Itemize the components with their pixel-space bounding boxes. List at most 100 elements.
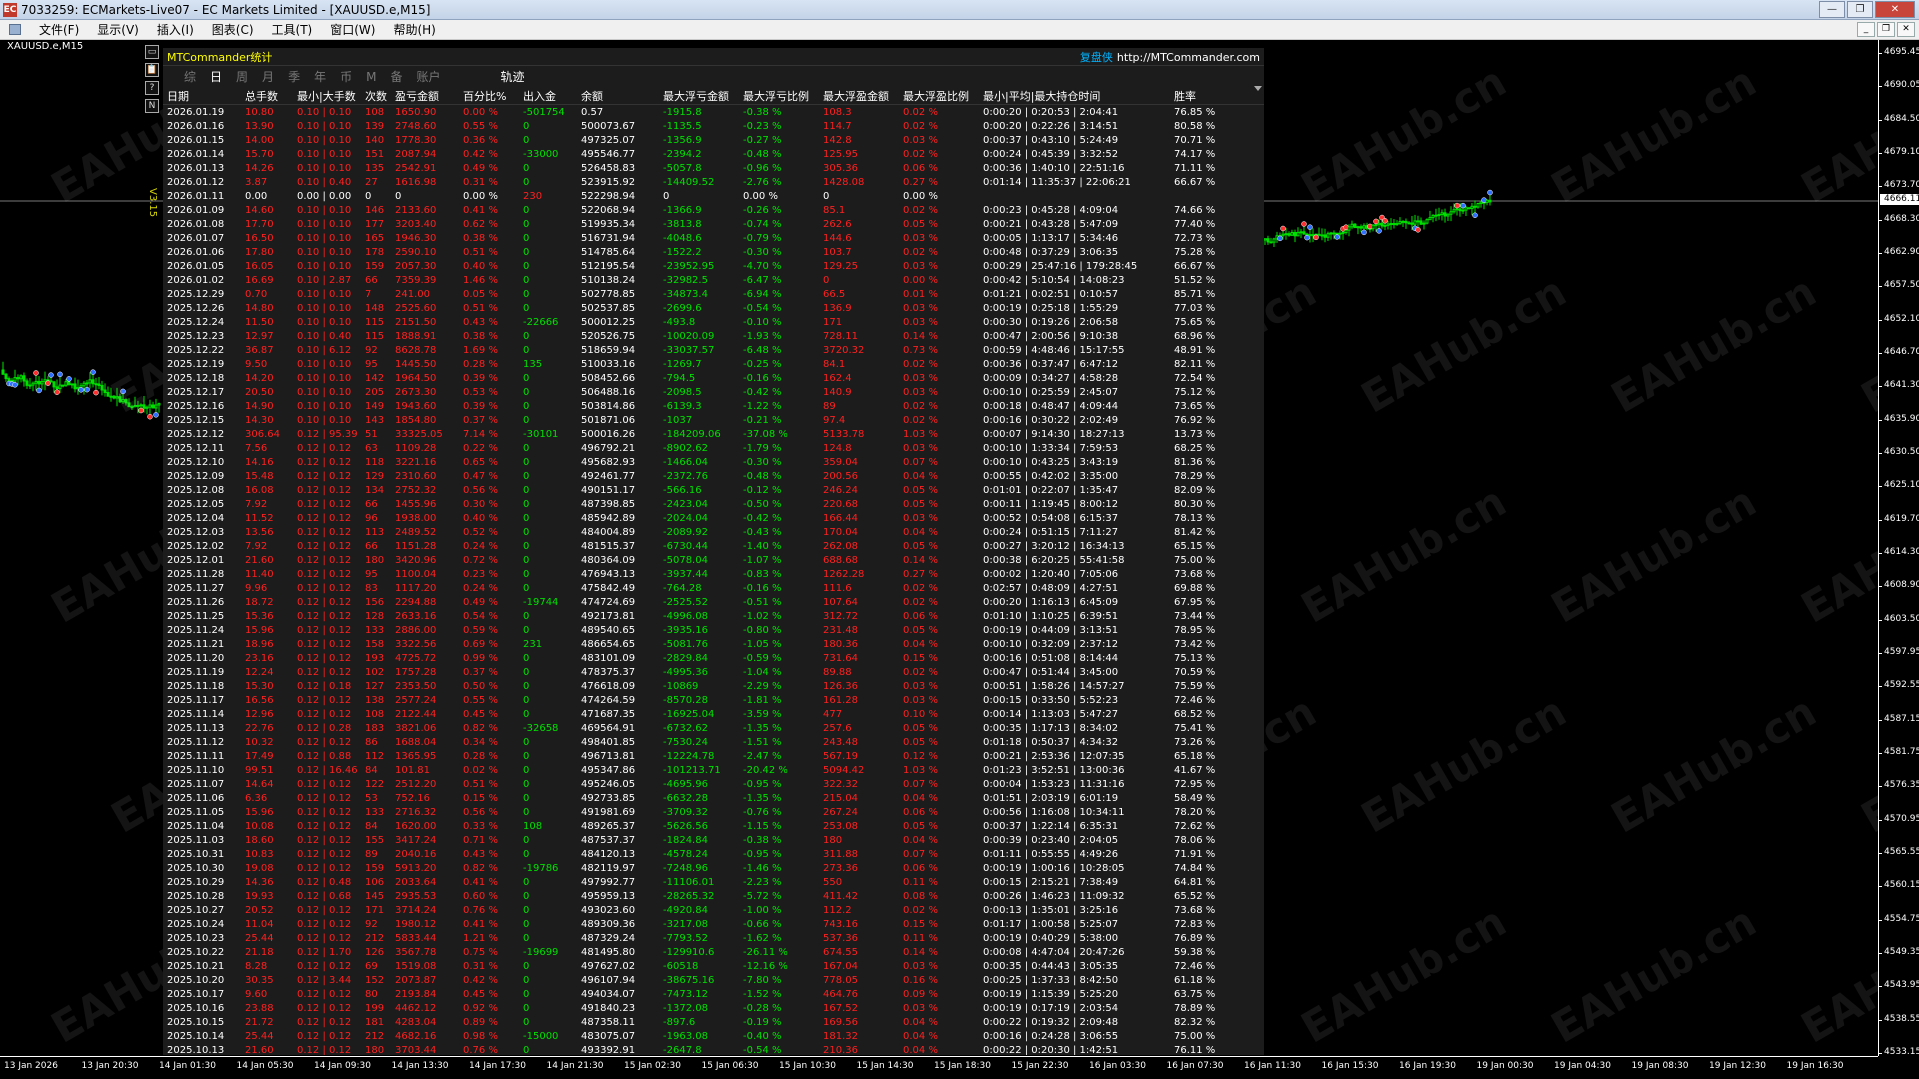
panel-link[interactable]: 复盘侠 http://MTCommander.com <box>1080 49 1260 65</box>
table-row[interactable]: 2025.10.22 21.18 0.12 | 1.70 126 3567.78 0.75… <box>163 945 1264 959</box>
price-axis[interactable]: 4695.45 4690.05 4684.50 4679.10 4673.70 4668.… <box>1878 40 1919 1057</box>
link-url[interactable]: http://MTCommander.com <box>1117 51 1260 64</box>
mdi-restore-button[interactable]: ❐ <box>1877 22 1895 37</box>
tab-note[interactable]: 备 <box>383 68 409 85</box>
table-row[interactable]: 2025.10.16 23.88 0.12 | 0.12 199 4462.12 0.92… <box>163 1001 1264 1015</box>
table-row[interactable]: 2025.12.05 7.92 0.12 | 0.12 66 1455.96 0.30 %… <box>163 497 1264 511</box>
tab-currency[interactable]: 币 <box>333 68 359 85</box>
menu-insert[interactable]: 插入(I) <box>148 21 203 38</box>
tab-month[interactable]: 月 <box>255 68 281 85</box>
n-icon[interactable]: N <box>145 99 159 113</box>
table-row[interactable]: 2026.01.11 0.00 0.00 | 0.00 0 0 0.00 % 230 5222… <box>163 189 1264 203</box>
table-row[interactable]: 2025.10.31 10.83 0.12 | 0.12 89 2040.16 0.43 … <box>163 847 1264 861</box>
table-row[interactable]: 2025.12.10 14.16 0.12 | 0.12 118 3221.16 0.65… <box>163 455 1264 469</box>
table-row[interactable]: 2025.11.10 99.51 0.12 | 16.46 84 101.81 0.02 … <box>163 763 1264 777</box>
minimize-panel-icon[interactable]: ▭ <box>145 45 159 59</box>
tab-account[interactable]: 账户 <box>409 68 447 85</box>
table-row[interactable]: 2025.11.25 15.36 0.12 | 0.12 128 2633.16 0.54… <box>163 609 1264 623</box>
time-axis[interactable]: 13 Jan 2026 13 Jan 20:30 14 Jan 01:30 14 Ja… <box>0 1056 1878 1079</box>
table-row[interactable]: 2025.10.27 20.52 0.12 | 0.12 171 3714.24 0.76… <box>163 903 1264 917</box>
menu-window[interactable]: 窗口(W) <box>321 21 384 38</box>
scroll-down-icon[interactable] <box>1254 86 1262 91</box>
table-row[interactable]: 2025.10.21 8.28 0.12 | 0.12 69 1519.08 0.31 %… <box>163 959 1264 973</box>
table-row[interactable]: 2025.11.19 12.24 0.12 | 0.12 102 1757.28 0.37… <box>163 665 1264 679</box>
table-row[interactable]: 2025.11.13 22.76 0.12 | 0.28 183 3821.06 0.82… <box>163 721 1264 735</box>
table-row[interactable]: 2025.12.15 14.30 0.10 | 0.10 143 1854.80 0.37… <box>163 413 1264 427</box>
table-row[interactable]: 2025.12.04 11.52 0.12 | 0.12 96 1938.00 0.40 … <box>163 511 1264 525</box>
table-row[interactable]: 2026.01.12 3.87 0.10 | 0.40 27 1616.98 0.31 %… <box>163 175 1264 189</box>
table-row[interactable]: 2025.10.23 25.44 0.12 | 0.12 212 5833.44 1.21… <box>163 931 1264 945</box>
table-row[interactable]: 2025.12.17 20.50 0.10 | 0.10 205 2673.30 0.53… <box>163 385 1264 399</box>
table-row[interactable]: 2025.10.29 14.36 0.12 | 0.48 106 2033.64 0.41… <box>163 875 1264 889</box>
table-row[interactable]: 2025.10.14 25.44 0.12 | 0.12 212 4682.16 0.98… <box>163 1029 1264 1043</box>
table-row[interactable]: 2026.01.15 14.00 0.10 | 0.10 140 1778.30 0.36… <box>163 133 1264 147</box>
table-row[interactable]: 2025.10.28 19.93 0.12 | 0.68 145 2935.53 0.60… <box>163 889 1264 903</box>
table-row[interactable]: 2025.12.02 7.92 0.12 | 0.12 66 1151.28 0.24 %… <box>163 539 1264 553</box>
table-row[interactable]: 2025.10.15 21.72 0.12 | 0.12 181 4283.04 0.89… <box>163 1015 1264 1029</box>
maximize-button[interactable]: ❐ <box>1847 1 1873 18</box>
minimize-button[interactable]: — <box>1819 1 1845 18</box>
mdi-minimize-button[interactable]: _ <box>1857 22 1875 37</box>
table-row[interactable]: 2026.01.13 14.26 0.10 | 0.10 135 2542.91 0.49… <box>163 161 1264 175</box>
table-row[interactable]: 2025.10.20 30.35 0.12 | 3.44 152 2073.87 0.42… <box>163 973 1264 987</box>
table-row[interactable]: 2025.11.17 16.56 0.12 | 0.12 138 2577.24 0.55… <box>163 693 1264 707</box>
menu-charts[interactable]: 图表(C) <box>203 21 263 38</box>
table-row[interactable]: 2026.01.16 13.90 0.10 | 0.10 139 2748.60 0.55… <box>163 119 1264 133</box>
tab-m[interactable]: M <box>359 70 383 84</box>
table-row[interactable]: 2025.12.03 13.56 0.12 | 0.12 113 2489.52 0.52… <box>163 525 1264 539</box>
table-row[interactable]: 2026.01.06 17.80 0.10 | 0.10 178 2590.10 0.51… <box>163 245 1264 259</box>
table-row[interactable]: 2025.11.06 6.36 0.12 | 0.12 53 752.16 0.15 % 0… <box>163 791 1264 805</box>
table-row[interactable]: 2025.12.23 12.97 0.10 | 0.40 115 1888.91 0.38… <box>163 329 1264 343</box>
table-row[interactable]: 2025.12.22 36.87 0.10 | 6.12 92 8628.78 1.69 … <box>163 343 1264 357</box>
table-row[interactable]: 2025.11.27 9.96 0.12 | 0.12 83 1117.20 0.24 %… <box>163 581 1264 595</box>
table-row[interactable]: 2025.12.16 14.90 0.10 | 0.10 149 1943.60 0.39… <box>163 399 1264 413</box>
tab-year[interactable]: 年 <box>307 68 333 85</box>
table-row[interactable]: 2025.11.07 14.64 0.12 | 0.12 122 2512.20 0.51… <box>163 777 1264 791</box>
table-row[interactable]: 2025.12.08 16.08 0.12 | 0.12 134 2752.32 0.56… <box>163 483 1264 497</box>
table-row[interactable]: 2025.12.29 0.70 0.10 | 0.10 7 241.00 0.05 % 0 5… <box>163 287 1264 301</box>
table-row[interactable]: 2025.10.24 11.04 0.12 | 0.12 92 1980.12 0.41 … <box>163 917 1264 931</box>
table-row[interactable]: 2025.10.13 21.60 0.12 | 0.12 180 3703.44 0.76… <box>163 1043 1264 1056</box>
table-row[interactable]: 2025.12.19 9.50 0.10 | 0.10 95 1445.50 0.28 %… <box>163 357 1264 371</box>
table-row[interactable]: 2025.11.05 15.96 0.12 | 0.12 133 2716.32 0.56… <box>163 805 1264 819</box>
menu-app-icon[interactable] <box>0 24 30 35</box>
table-row[interactable]: 2025.12.18 14.20 0.10 | 0.10 142 1964.50 0.39… <box>163 371 1264 385</box>
table-row[interactable]: 2025.11.03 18.60 0.12 | 0.12 155 3417.24 0.71… <box>163 833 1264 847</box>
table-row[interactable]: 2025.12.12 306.64 0.12 | 95.39 51 33325.05 7.… <box>163 427 1264 441</box>
table-row[interactable]: 2025.11.11 17.49 0.12 | 0.88 112 1365.95 0.28… <box>163 749 1264 763</box>
menu-file[interactable]: 文件(F) <box>30 21 88 38</box>
table-row[interactable]: 2025.11.20 23.16 0.12 | 0.12 193 4725.72 0.99… <box>163 651 1264 665</box>
table-row[interactable]: 2025.11.24 15.96 0.12 | 0.12 133 2886.00 0.59… <box>163 623 1264 637</box>
table-row[interactable]: 2026.01.07 16.50 0.10 | 0.10 165 1946.30 0.38… <box>163 231 1264 245</box>
menu-view[interactable]: 显示(V) <box>88 21 148 38</box>
table-row[interactable]: 2025.11.14 12.96 0.12 | 0.12 108 2122.44 0.45… <box>163 707 1264 721</box>
table-row[interactable]: 2025.12.11 7.56 0.12 | 0.12 63 1109.28 0.22 %… <box>163 441 1264 455</box>
table-row[interactable]: 2026.01.08 17.70 0.10 | 0.10 177 3203.40 0.62… <box>163 217 1264 231</box>
table-row[interactable]: 2025.11.12 10.32 0.12 | 0.12 86 1688.04 0.34 … <box>163 735 1264 749</box>
table-row[interactable]: 2025.11.28 11.40 0.12 | 0.12 95 1100.04 0.23 … <box>163 567 1264 581</box>
table-row[interactable]: 2025.12.01 21.60 0.12 | 0.12 180 3420.96 0.72… <box>163 553 1264 567</box>
help-icon[interactable]: ? <box>145 81 159 95</box>
tab-quarter[interactable]: 季 <box>281 68 307 85</box>
tab-week[interactable]: 周 <box>229 68 255 85</box>
table-row[interactable]: 2025.10.30 19.08 0.12 | 0.12 159 5913.20 0.82… <box>163 861 1264 875</box>
tab-summary[interactable]: 综 <box>177 68 203 85</box>
table-row[interactable]: 2025.11.04 10.08 0.12 | 0.12 84 1620.00 0.33 … <box>163 819 1264 833</box>
mdi-close-button[interactable]: ✕ <box>1897 22 1915 37</box>
table-row[interactable]: 2025.11.21 18.96 0.12 | 0.12 158 3322.56 0.69… <box>163 637 1264 651</box>
tab-day[interactable]: 日 <box>203 68 229 85</box>
table-row[interactable]: 2025.12.24 11.50 0.10 | 0.10 115 2151.50 0.43… <box>163 315 1264 329</box>
clipboard-icon[interactable]: 📋 <box>145 63 159 77</box>
tab-track[interactable]: 轨迹 <box>494 68 532 85</box>
table-row[interactable]: 2025.11.26 18.72 0.12 | 0.12 156 2294.88 0.49… <box>163 595 1264 609</box>
menu-help[interactable]: 帮助(H) <box>384 21 444 38</box>
table-row[interactable]: 2026.01.02 16.69 0.10 | 2.87 66 7359.39 1.46 … <box>163 273 1264 287</box>
table-row[interactable]: 2026.01.05 16.05 0.10 | 0.10 159 2057.30 0.40… <box>163 259 1264 273</box>
close-button[interactable]: ✕ <box>1875 1 1915 18</box>
table-row[interactable]: 2025.12.26 14.80 0.10 | 0.10 148 2525.60 0.51… <box>163 301 1264 315</box>
table-row[interactable]: 2025.10.17 9.60 0.12 | 0.12 80 2193.84 0.45 %… <box>163 987 1264 1001</box>
table-row[interactable]: 2025.12.09 15.48 0.12 | 0.12 129 2310.60 0.47… <box>163 469 1264 483</box>
table-row[interactable]: 2026.01.14 15.70 0.10 | 0.10 151 2087.94 0.42… <box>163 147 1264 161</box>
menu-tools[interactable]: 工具(T) <box>263 21 322 38</box>
table-row[interactable]: 2026.01.19 10.80 0.10 | 0.10 108 1650.90 0.00… <box>163 105 1264 119</box>
